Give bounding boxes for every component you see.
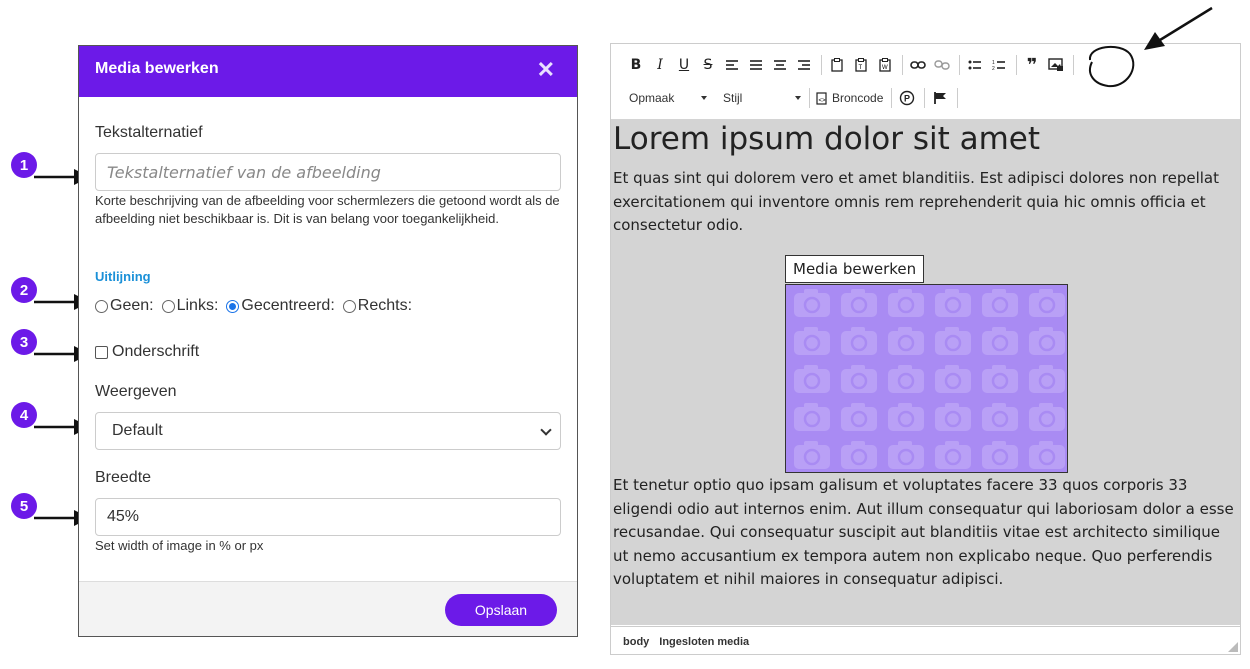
caption-label: Onderschrift <box>112 343 200 360</box>
svg-text:P: P <box>904 94 910 104</box>
paste-word-icon[interactable]: W <box>874 54 896 76</box>
status-path-media[interactable]: Ingesloten media <box>659 636 749 648</box>
align-right-label: Rechts: <box>357 297 413 314</box>
numbered-list-icon[interactable]: 12 <box>988 54 1010 76</box>
flag-icon[interactable] <box>929 87 951 109</box>
source-button[interactable]: <> Broncode <box>814 91 887 105</box>
format-combo-label: Opmaak <box>629 91 675 105</box>
dialog-header: Media bewerken ✕ <box>79 46 577 97</box>
svg-text:<>: <> <box>819 98 827 104</box>
align-right-icon[interactable] <box>793 54 815 76</box>
width-input[interactable]: 45% <box>95 498 561 536</box>
paste-icon[interactable] <box>826 54 848 76</box>
alignment-radio-group: Geen: Links: Gecentreerd: Rechts: <box>95 297 416 315</box>
resize-handle-icon[interactable] <box>1228 642 1238 652</box>
caption-option[interactable]: Onderschrift <box>95 343 199 361</box>
italic-button[interactable]: I <box>649 54 671 76</box>
toolbar-separator <box>891 88 893 108</box>
align-none-option[interactable]: Geen: <box>95 297 154 315</box>
dialog-title: Media bewerken <box>95 60 219 77</box>
toolbar-separator <box>1073 55 1074 75</box>
width-input-value: 45% <box>107 508 140 525</box>
toolbar-row-1: B I U S T W 1 2 ❞ <box>625 53 1078 77</box>
align-center-label: Gecentreerd: <box>241 297 335 314</box>
editor-content[interactable]: Lorem ipsum dolor sit amet Et quas sint … <box>611 119 1240 625</box>
chevron-down-icon <box>701 96 707 100</box>
content-paragraph-1: Et quas sint qui dolorem vero et amet bl… <box>613 169 1219 234</box>
unlink-icon[interactable] <box>931 54 953 76</box>
format-combo[interactable]: Opmaak <box>625 91 711 105</box>
align-left-label: Links: <box>176 297 219 314</box>
toolbar-separator <box>924 88 926 108</box>
toolbar-separator <box>902 55 903 75</box>
strikethrough-button[interactable]: S <box>697 54 719 76</box>
paste-text-icon[interactable]: T <box>850 54 872 76</box>
svg-text:T: T <box>859 65 863 71</box>
align-center-icon[interactable] <box>769 54 791 76</box>
align-justify-icon[interactable] <box>745 54 767 76</box>
status-path-body[interactable]: body <box>623 636 649 648</box>
alt-text-label: Tekstalternatief <box>95 124 203 141</box>
save-button[interactable]: Opslaan <box>445 594 557 626</box>
media-edit-tag[interactable]: Media bewerken <box>785 255 925 283</box>
content-paragraph-2: Et tenetur optio quo ipsam galisum et vo… <box>613 476 1234 588</box>
alignment-title: Uitlijning <box>95 269 151 284</box>
link-icon[interactable] <box>907 54 929 76</box>
source-icon: <> <box>816 91 827 105</box>
chevron-down-icon <box>540 424 552 436</box>
align-none-label: Geen: <box>110 297 154 314</box>
radio-left[interactable] <box>161 299 175 313</box>
display-label: Weergeven <box>95 383 177 400</box>
display-select[interactable]: Default <box>95 412 561 450</box>
toolbar-separator <box>959 55 960 75</box>
caption-checkbox[interactable] <box>95 345 108 359</box>
width-label: Breedte <box>95 469 152 486</box>
content-heading: Lorem ipsum dolor sit amet <box>613 121 1041 157</box>
toolbar-separator <box>1016 55 1017 75</box>
align-left-option[interactable]: Links: <box>161 297 219 315</box>
chevron-down-icon <box>795 96 801 100</box>
underline-button[interactable]: U <box>673 54 695 76</box>
p-circle-icon[interactable]: P <box>896 87 918 109</box>
style-combo[interactable]: Stijl <box>719 91 805 105</box>
style-combo-label: Stijl <box>723 91 743 105</box>
rich-text-editor: B I U S T W 1 2 ❞ Opmaak Stijl <> Bronco… <box>610 43 1241 655</box>
align-center-option[interactable]: Gecentreerd: <box>226 297 335 315</box>
radio-none[interactable] <box>95 299 108 313</box>
bold-button[interactable]: B <box>625 54 647 76</box>
svg-text:2: 2 <box>992 66 995 71</box>
editor-status-bar: body Ingesloten media <box>611 626 1240 654</box>
align-left-icon[interactable] <box>721 54 743 76</box>
source-button-label: Broncode <box>832 91 884 105</box>
close-icon[interactable]: ✕ <box>537 59 555 81</box>
align-right-option[interactable]: Rechts: <box>342 297 413 315</box>
radio-right[interactable] <box>342 299 356 313</box>
annotation-arrow <box>1159 6 1213 42</box>
camera-pattern <box>786 285 1067 472</box>
toolbar-separator <box>957 88 959 108</box>
svg-text:W: W <box>882 65 888 71</box>
dialog-footer: Opslaan <box>79 581 577 636</box>
media-edit-dialog: Media bewerken ✕ Tekstalternatief Teksta… <box>78 45 578 637</box>
toolbar-row-2: Opmaak Stijl <> Broncode P <box>625 86 962 110</box>
width-help: Set width of image in % or px <box>95 538 264 553</box>
embedded-image[interactable] <box>785 284 1068 473</box>
alt-text-input[interactable]: Tekstalternatief van de afbeelding <box>95 153 561 191</box>
display-select-value: Default <box>112 422 163 439</box>
radio-center[interactable] <box>226 299 240 313</box>
alt-text-placeholder: Tekstalternatief van de afbeelding <box>107 162 381 182</box>
alt-text-help: Korte beschrijving van de afbeelding voo… <box>95 193 560 226</box>
toolbar-separator <box>821 55 822 75</box>
blockquote-icon[interactable]: ❞ <box>1021 54 1043 76</box>
toolbar-separator <box>809 88 810 108</box>
embedded-media-icon[interactable] <box>1045 54 1067 76</box>
editor-toolbar: B I U S T W 1 2 ❞ Opmaak Stijl <> Bronco… <box>611 44 1240 118</box>
bulleted-list-icon[interactable] <box>964 54 986 76</box>
